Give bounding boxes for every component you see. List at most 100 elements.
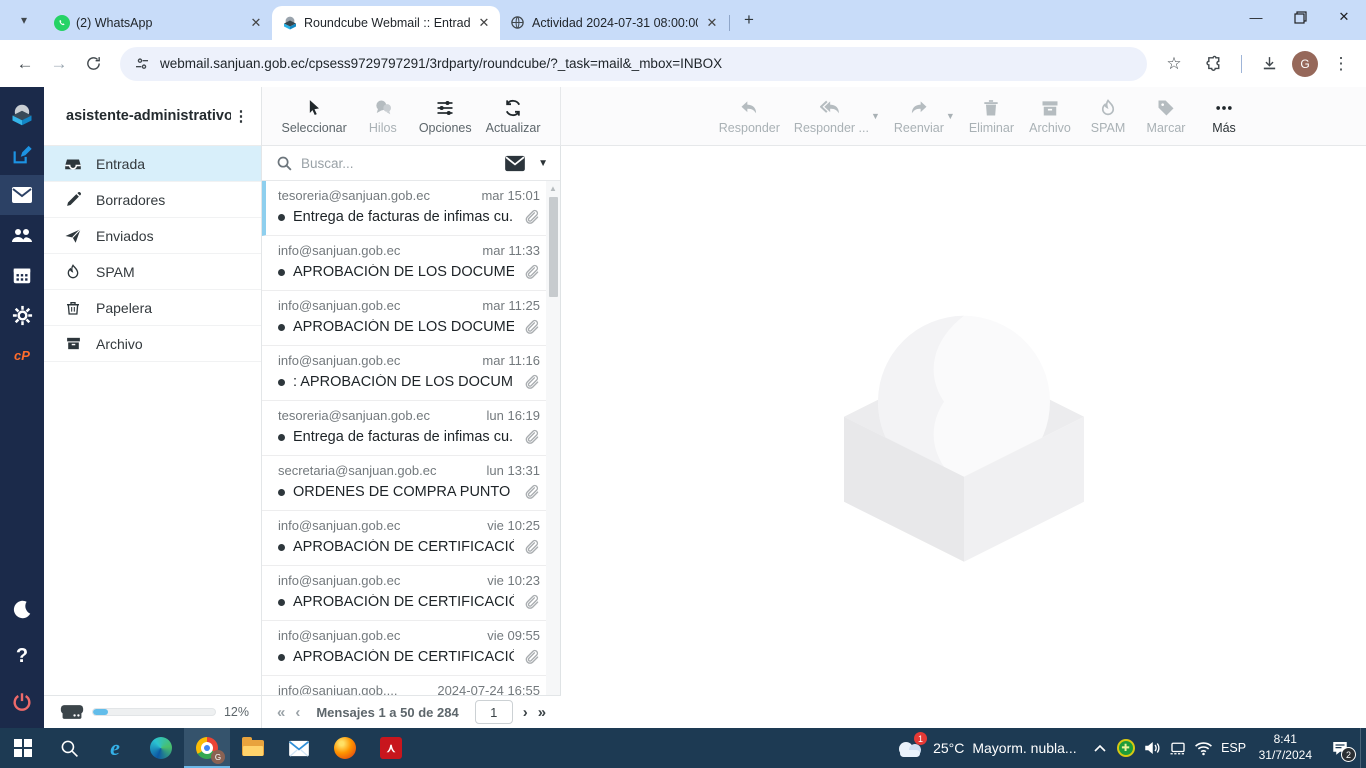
antivirus-tray-icon[interactable] — [1113, 728, 1139, 768]
message-row[interactable]: info@sanjuan.gob.ec vie 10:25 APROBACIÓN … — [262, 511, 546, 566]
acrobat-icon: ⋏ — [380, 737, 402, 759]
folder-spam[interactable]: SPAM — [44, 254, 261, 290]
message-row[interactable]: tesoreria@sanjuan.gob.ec lun 16:19 Entreg… — [262, 401, 546, 456]
taskbar-clock[interactable]: 8:41 31/7/2024 — [1251, 732, 1320, 763]
show-desktop-button[interactable] — [1360, 728, 1366, 768]
tab-search-button[interactable]: ▾ — [10, 6, 38, 34]
folder-papelera[interactable]: Papelera — [44, 290, 261, 326]
volume-icon[interactable] — [1139, 728, 1165, 768]
refresh-button[interactable]: Actualizar — [486, 98, 541, 135]
tab-whatsapp[interactable]: (2) WhatsApp ✕ — [44, 6, 274, 40]
tray-expand-icon[interactable] — [1087, 728, 1113, 768]
tab-title: Roundcube Webmail :: Entrada — [304, 16, 470, 30]
mail-nav-button[interactable] — [0, 175, 44, 215]
wifi-icon[interactable] — [1191, 728, 1217, 768]
mark-button[interactable]: Marcar — [1144, 98, 1188, 135]
tab-close-icon[interactable]: ✕ — [248, 15, 264, 31]
weather-widget[interactable]: 1 25°C Mayorm. nubla... — [885, 728, 1087, 768]
folder-label: Archivo — [96, 335, 143, 352]
folder-entrada[interactable]: Entrada — [44, 146, 261, 182]
taskbar-search-button[interactable] — [46, 728, 92, 768]
tab-roundcube[interactable]: Roundcube Webmail :: Entrada ✕ — [272, 6, 500, 40]
downloads-icon[interactable] — [1252, 47, 1286, 81]
select-button[interactable]: Seleccionar — [281, 98, 347, 135]
storage-icon — [60, 705, 84, 719]
message-date: vie 09:55 — [487, 628, 540, 643]
mail-main: Seleccionar Hilos Opciones Actualizar Re… — [262, 87, 1366, 728]
dark-mode-button[interactable] — [0, 590, 44, 630]
compose-button[interactable] — [0, 135, 44, 175]
tab-close-icon[interactable]: ✕ — [704, 15, 720, 31]
acrobat-button[interactable]: ⋏ — [368, 728, 414, 768]
logout-button[interactable] — [0, 682, 44, 722]
message-row[interactable]: info@sanjuan.gob.ec vie 09:55 APROBACIÓN … — [262, 621, 546, 676]
message-row[interactable]: info@sanjuan.gob.ec mar 11:16 : APROBACIÓ… — [262, 346, 546, 401]
site-settings-icon[interactable] — [134, 56, 150, 72]
first-page-icon[interactable]: « — [277, 704, 285, 721]
notification-center-button[interactable]: 2 — [1320, 728, 1360, 768]
edge-button[interactable] — [138, 728, 184, 768]
file-explorer-button[interactable] — [230, 728, 276, 768]
calendar-nav-button[interactable] — [0, 255, 44, 295]
pencil-icon — [64, 191, 82, 208]
account-name: asistente-administrativo... — [66, 108, 231, 124]
forward-button-mail[interactable]: Reenviar — [894, 98, 944, 135]
cpanel-link[interactable]: cP — [0, 335, 44, 375]
chevron-down-icon[interactable]: ▼ — [946, 111, 955, 135]
restore-button[interactable] — [1278, 0, 1322, 34]
reply-button[interactable]: Responder — [719, 98, 780, 135]
new-tab-button[interactable]: + — [736, 7, 762, 33]
close-button[interactable]: ✕ — [1322, 0, 1366, 34]
address-bar[interactable]: webmail.sanjuan.gob.ec/cpsess9729797291/… — [120, 46, 1147, 81]
language-indicator[interactable]: ESP — [1217, 741, 1251, 755]
profile-avatar[interactable]: G — [1292, 50, 1318, 77]
internet-explorer-button[interactable]: e — [92, 728, 138, 768]
bookmark-star-icon[interactable]: ☆ — [1157, 47, 1191, 81]
settings-nav-button[interactable] — [0, 295, 44, 335]
folder-borradores[interactable]: Borradores — [44, 182, 261, 218]
message-row[interactable]: info@sanjuan.gob.ec mar 11:33 APROBACIÓN … — [262, 236, 546, 291]
search-scope-icon[interactable] — [504, 155, 526, 172]
prev-page-icon[interactable]: ‹ — [295, 704, 300, 721]
message-row[interactable]: secretaria@sanjuan.gob.ec lun 13:31 ORDEN… — [262, 456, 546, 511]
contacts-nav-button[interactable] — [0, 215, 44, 255]
message-subject: ORDENES DE COMPRA PUNTO DI... — [293, 484, 514, 500]
spam-button[interactable]: SPAM — [1086, 98, 1130, 135]
delete-button[interactable]: Eliminar — [969, 98, 1014, 135]
chrome-button[interactable]: G — [184, 728, 230, 768]
message-row[interactable]: tesoreria@sanjuan.gob.ec mar 15:01 Entreg… — [262, 181, 546, 236]
reload-button[interactable] — [76, 47, 110, 81]
start-button[interactable] — [0, 728, 46, 768]
reply-all-button[interactable]: Responder ... — [794, 98, 869, 135]
search-options-chevron-icon[interactable]: ▼ — [534, 158, 552, 169]
browser-menu-icon[interactable]: ⋮ — [1324, 47, 1358, 81]
archive-icon — [64, 335, 82, 352]
mail-app-button[interactable] — [276, 728, 322, 768]
minimize-button[interactable]: — — [1234, 0, 1278, 34]
scroll-up-icon[interactable]: ▲ — [549, 181, 557, 195]
message-row[interactable]: info@sanjuan.gob.ec vie 10:23 APROBACIÓN … — [262, 566, 546, 621]
folder-enviados[interactable]: Enviados — [44, 218, 261, 254]
tab-close-icon[interactable]: ✕ — [476, 15, 492, 31]
message-row[interactable]: info@sanjuan.gob.ec mar 11:25 APROBACIÓN … — [262, 291, 546, 346]
options-button[interactable]: Opciones — [419, 98, 472, 135]
firefox-button[interactable] — [322, 728, 368, 768]
search-input[interactable] — [301, 155, 497, 171]
extensions-icon[interactable] — [1197, 47, 1231, 81]
chevron-down-icon[interactable]: ▼ — [871, 111, 880, 135]
list-scrollbar[interactable]: ▲ ▼ — [546, 181, 560, 728]
last-page-icon[interactable]: » — [538, 704, 546, 721]
scrollbar-thumb[interactable] — [548, 197, 558, 297]
page-input[interactable] — [474, 700, 513, 724]
threads-button[interactable]: Hilos — [361, 98, 405, 135]
archive-button[interactable]: Archivo — [1028, 98, 1072, 135]
connect-display-icon[interactable] — [1165, 728, 1191, 768]
forward-button[interactable]: → — [42, 47, 76, 81]
back-button[interactable]: ← — [8, 47, 42, 81]
help-button[interactable]: ? — [0, 636, 44, 676]
next-page-icon[interactable]: › — [523, 704, 528, 721]
folder-archivo[interactable]: Archivo — [44, 326, 261, 362]
folder-menu-icon[interactable]: ⋮ — [231, 109, 251, 124]
more-button[interactable]: Más — [1202, 98, 1246, 135]
tab-actividad[interactable]: Actividad 2024-07-31 08:00:00 ✕ — [500, 6, 730, 40]
